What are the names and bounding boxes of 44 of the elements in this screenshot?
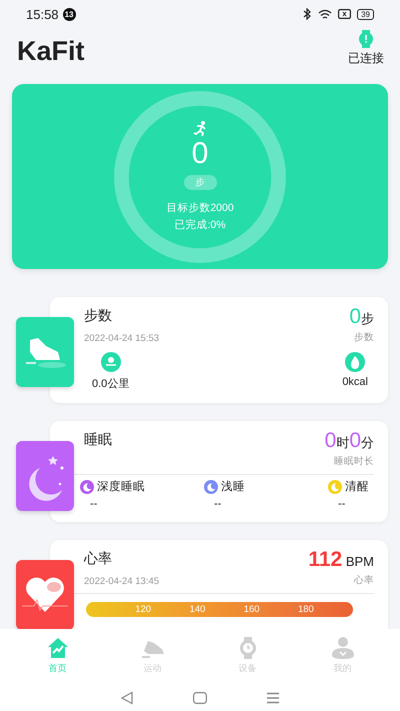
steps-card[interactable]: 步数 2022-04-24 15:53 0步 步数 0.0公里 0kcal bbox=[50, 297, 388, 403]
sim-icon bbox=[338, 9, 352, 19]
connection-status: 已连接 bbox=[348, 50, 384, 67]
stat-value: 0.0公里 bbox=[92, 377, 130, 391]
home-icon[interactable] bbox=[192, 692, 207, 704]
wifi-icon bbox=[318, 8, 332, 20]
step-goal: 目标步数2000 bbox=[166, 201, 234, 215]
heart-card[interactable]: 心率 2022-04-24 13:45 112 BPM 心率 120 140 160 180 bbox=[50, 540, 388, 629]
value-caption: 心率 bbox=[353, 574, 374, 587]
stage-value: -- bbox=[89, 498, 98, 510]
value-caption: 睡眠时长 bbox=[333, 455, 374, 468]
timestamp: 2022-04-24 13:45 bbox=[84, 576, 160, 587]
sleep-card[interactable]: 睡眠 0时0分 睡眠时长 深度睡眠 -- 浅睡 -- 清醒 -- bbox=[50, 421, 388, 522]
back-icon[interactable] bbox=[120, 691, 134, 705]
step-count: 0 bbox=[192, 137, 208, 171]
step-count: 0步 bbox=[349, 305, 374, 329]
completion-percent: 已完成:0% bbox=[174, 218, 226, 232]
sleep-duration: 0时0分 bbox=[324, 429, 374, 453]
value-caption: 步数 bbox=[353, 331, 374, 344]
menu-icon[interactable] bbox=[266, 692, 280, 704]
stage-label: 深度睡眠 bbox=[97, 480, 145, 494]
timestamp: 2022-04-24 15:53 bbox=[84, 333, 160, 344]
sneaker-icon bbox=[16, 317, 74, 387]
stage-label: 清醒 bbox=[345, 480, 369, 494]
clock: 15:58 bbox=[26, 6, 59, 22]
card-title: 睡眠 bbox=[84, 431, 112, 449]
watch-icon bbox=[358, 30, 374, 48]
nav-tab[interactable]: 首页 bbox=[22, 629, 92, 681]
runner-icon bbox=[193, 121, 207, 137]
battery-level: 39 bbox=[357, 8, 374, 20]
stage-value: -- bbox=[337, 498, 346, 510]
card-title: 步数 bbox=[84, 307, 113, 325]
moon-icon bbox=[16, 441, 74, 511]
notification-badge: 13 bbox=[62, 8, 76, 20]
app-title: KaFit bbox=[17, 36, 84, 67]
stat-value: 0kcal bbox=[342, 376, 368, 388]
unit-label: 步 bbox=[184, 175, 216, 190]
stage-value: -- bbox=[213, 498, 222, 510]
heart-rate: 112 BPM bbox=[308, 548, 374, 572]
stage-label: 浅睡 bbox=[221, 480, 245, 494]
card-title: 心率 bbox=[84, 550, 113, 568]
person-icon bbox=[330, 635, 356, 661]
bluetooth-icon bbox=[302, 8, 312, 20]
heart-rate-zone-bar: 120 140 160 180 bbox=[86, 602, 353, 617]
